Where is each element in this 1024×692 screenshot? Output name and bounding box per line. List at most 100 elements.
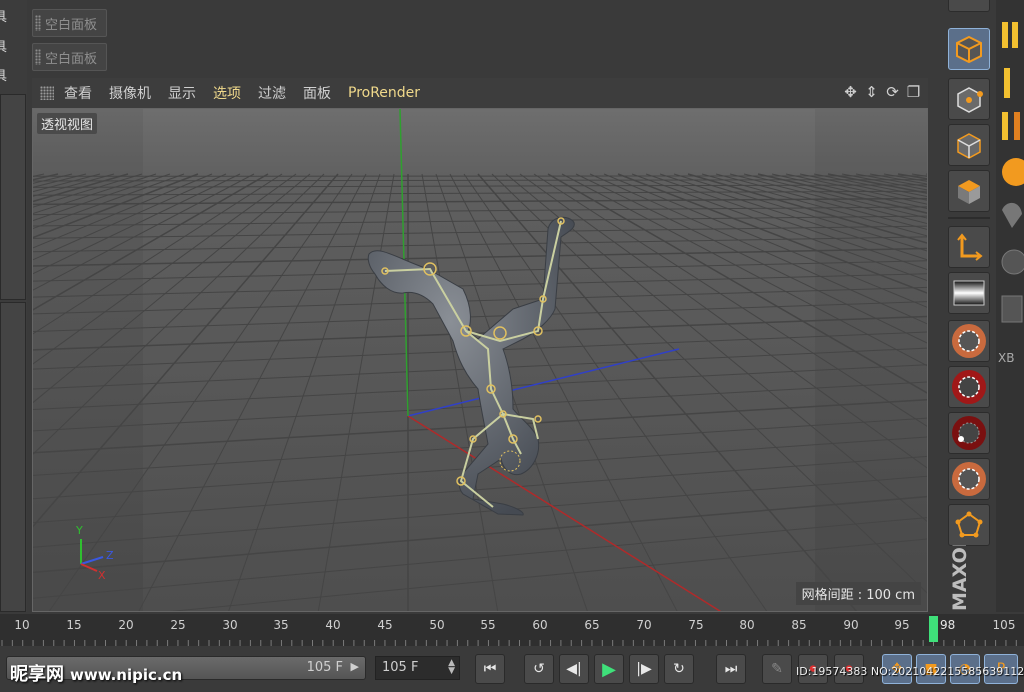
timeline-tick-label: 40 (325, 618, 341, 632)
radial-point-icon (952, 416, 986, 450)
left-panel-top (0, 94, 26, 300)
maxon-brand-text: MAXON CINEMA (949, 545, 971, 611)
cube-edit-button[interactable] (948, 78, 990, 120)
menu-view[interactable]: 查看 (64, 83, 92, 103)
left-tool-1[interactable]: 具 (0, 4, 24, 31)
menu-panel[interactable]: 面板 (303, 83, 331, 103)
timeline-tick-label: 45 (377, 618, 393, 632)
current-frame-label: 98 (940, 618, 956, 632)
safe-frame-left (33, 109, 143, 611)
range-end-value: 105 F (306, 660, 343, 675)
menu-filter[interactable]: 过滤 (258, 83, 286, 103)
panel-tab-label: 空白面板 (45, 51, 98, 67)
radial-star-button[interactable] (948, 458, 990, 500)
timeline-tick-label: 10 (14, 618, 30, 632)
timeline-tick-label: 75 (688, 618, 704, 632)
left-tool-label: 具 (0, 10, 8, 25)
next-key-icon: ↻ (673, 661, 685, 677)
viewport-nav-controls: ✥ ⇕ ⟳ ❐ (842, 84, 922, 101)
play-button[interactable]: ▶ (594, 654, 624, 684)
perspective-viewport[interactable]: Y Z X 透视视图 网格间距 : 100 cm (32, 108, 928, 612)
menu-prorender[interactable]: ProRender (348, 85, 420, 101)
timeline-tick-label: 60 (532, 618, 548, 632)
watermark-url: www.nipic.cn (70, 666, 183, 684)
timeline-tick-label: 80 (739, 618, 755, 632)
timeline-tick-label: 85 (791, 618, 807, 632)
spline-button[interactable] (948, 226, 990, 268)
pentagon-button[interactable] (948, 504, 990, 546)
left-tool-strip: 具 具 具 (0, 0, 27, 612)
motion-record-button[interactable]: ✎ (762, 654, 792, 684)
cube-solid-icon (958, 180, 980, 204)
gradient-icon (953, 280, 985, 306)
left-tool-label: 具 (0, 69, 8, 84)
move-view-icon[interactable]: ✥ (842, 84, 859, 101)
go-end-button[interactable]: ⏭ (716, 654, 746, 684)
timeline-tick-label: 90 (843, 618, 859, 632)
cube-edit-icon (957, 87, 983, 113)
far-right-panel: XB (996, 0, 1024, 612)
gradient-button[interactable] (948, 272, 990, 314)
end-frame-field[interactable]: 105 F ▲ ▼ (375, 656, 460, 680)
radial-star-icon (952, 462, 986, 496)
grip-icon (35, 49, 41, 65)
go-end-icon: ⏭ (724, 661, 738, 677)
left-tool-3[interactable]: 具 (0, 63, 24, 90)
grip-icon (35, 15, 41, 31)
watermark: 昵享网 www.nipic.cn (10, 660, 182, 686)
empty-panel-tab-1[interactable]: 空白面板 (32, 9, 107, 37)
cube-button[interactable] (948, 28, 990, 70)
menu-display[interactable]: 显示 (168, 83, 196, 103)
timeline-tick-label: 95 (894, 618, 910, 632)
prev-frame-button[interactable]: ◀| (559, 654, 589, 684)
radial-point-button[interactable] (948, 412, 990, 454)
toolbar-separator (948, 217, 990, 219)
motion-record-icon: ✎ (771, 661, 783, 677)
left-tool-2[interactable]: 具 (0, 34, 24, 61)
gizmo-z-label: Z (106, 549, 114, 562)
radial-deformer-icon (952, 324, 986, 358)
timeline-tick-label: 105 (992, 618, 1016, 632)
watermark-id: ID:19574383 NO:20210422155856391120 (796, 665, 1024, 678)
right-toolbar (942, 0, 994, 612)
current-frame-marker[interactable] (929, 616, 938, 642)
dolly-view-icon[interactable]: ⇕ (863, 84, 880, 101)
maximize-view-icon[interactable]: ❐ (905, 84, 922, 101)
grip-icon (40, 86, 54, 100)
maxon-logo: MAXON CINEMA (944, 545, 994, 613)
spinner-icon[interactable]: ▲ ▼ (448, 659, 455, 676)
timeline-tick-label: 55 (480, 618, 496, 632)
cube-outline-icon (957, 133, 981, 159)
pentagon-icon (955, 511, 983, 538)
ruler-marks (1, 640, 1017, 646)
menu-camera[interactable]: 摄像机 (109, 83, 151, 103)
timeline-tick-label: 20 (118, 618, 134, 632)
timeline-tick-label: 15 (66, 618, 82, 632)
prev-key-button[interactable]: ↺ (524, 654, 554, 684)
next-frame-button[interactable]: |▶ (629, 654, 659, 684)
top-partial-button[interactable] (948, 0, 990, 12)
cube-outline-button[interactable] (948, 124, 990, 166)
spline-icon (957, 233, 983, 261)
radial-dots-button[interactable] (948, 366, 990, 408)
cube-icon (956, 35, 982, 64)
timeline-tick-label: 25 (170, 618, 186, 632)
cube-solid-button[interactable] (948, 170, 990, 212)
next-key-button[interactable]: ↻ (664, 654, 694, 684)
go-start-icon: ⏮ (483, 661, 497, 677)
rotate-view-icon[interactable]: ⟳ (884, 84, 901, 101)
timeline-ruler[interactable]: 10 15 20 25 30 35 40 45 50 55 60 65 70 75 80 85 90 95 105 … (0, 614, 1024, 646)
radial-dots-icon (952, 370, 986, 404)
gizmo-y-label: Y (75, 524, 83, 537)
timeline-tick-label: 70 (636, 618, 652, 632)
empty-panel-tab-2[interactable]: 空白面板 (32, 43, 107, 71)
viewport-scene: Y Z X (33, 109, 927, 611)
radial-deformer-button[interactable] (948, 320, 990, 362)
go-start-button[interactable]: ⏮ (475, 654, 505, 684)
play-icon: ▶ (602, 658, 616, 680)
left-tool-label: 具 (0, 40, 8, 55)
prev-frame-icon: ◀| (566, 661, 582, 677)
viewport-menubar: 查看 摄像机 显示 选项 过滤 面板 ProRender ✥ ⇕ ⟳ ❐ (32, 78, 928, 108)
timeline-tick-label: 30 (222, 618, 238, 632)
menu-options[interactable]: 选项 (213, 83, 241, 103)
